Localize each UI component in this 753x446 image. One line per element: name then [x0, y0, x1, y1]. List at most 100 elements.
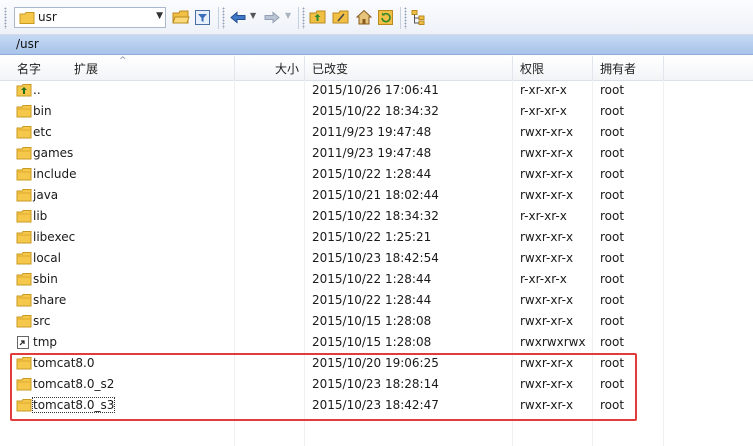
table-row[interactable]: tmp 2015/10/15 1:28:08 rwxrwxrwx root	[0, 332, 753, 353]
table-row[interactable]: local 2015/10/23 18:42:54 rwxr-xr-x root	[0, 248, 753, 269]
filter-icon[interactable]	[194, 9, 212, 26]
column-header-permissions[interactable]: 权限	[520, 60, 544, 77]
table-row[interactable]: libexec 2015/10/22 1:25:21 rwxr-xr-x root	[0, 227, 753, 248]
permissions: rwxr-xr-x	[520, 251, 574, 265]
owner: root	[600, 125, 625, 139]
modified-date: 2015/10/23 18:42:54	[312, 251, 439, 265]
table-row[interactable]: share 2015/10/22 1:28:44 rwxr-xr-x root	[0, 290, 753, 311]
back-icon[interactable]	[229, 9, 247, 26]
file-name: lib	[33, 209, 48, 223]
tree-icon[interactable]	[410, 9, 428, 26]
highlight-box	[10, 353, 637, 421]
toolbar-grip-4[interactable]	[404, 7, 407, 29]
toolbar-grip[interactable]	[4, 7, 7, 29]
modified-date: 2015/10/15 1:28:08	[312, 335, 432, 349]
owner: root	[600, 251, 625, 265]
owner: root	[600, 314, 625, 328]
forward-dropdown-icon[interactable]: ▼	[285, 11, 291, 20]
back-dropdown-icon[interactable]: ▼	[250, 11, 256, 20]
table-row[interactable]: sbin 2015/10/22 1:28:44 r-xr-xr-x root	[0, 269, 753, 290]
table-row[interactable]: src 2015/10/15 1:28:08 rwxr-xr-x root	[0, 311, 753, 332]
current-path-bar: /usr	[0, 35, 753, 55]
table-row[interactable]: bin 2015/10/22 18:34:32 r-xr-xr-x root	[0, 101, 753, 122]
column-header-row: 名字 ^ 扩展 大小 已改变 权限 拥有者	[0, 56, 753, 81]
folder-icon	[16, 147, 32, 160]
file-name: share	[33, 293, 67, 307]
owner: root	[600, 230, 625, 244]
folder-icon	[16, 273, 32, 286]
folder-icon	[16, 315, 32, 328]
folder-icon	[16, 168, 32, 181]
file-name: src	[33, 314, 51, 328]
owner: root	[600, 335, 625, 349]
folder-icon	[16, 189, 32, 202]
table-row[interactable]: games 2011/9/23 19:47:48 rwxr-xr-x root	[0, 143, 753, 164]
column-header-extension[interactable]: 扩展	[74, 60, 98, 77]
table-row[interactable]: .. 2015/10/26 17:06:41 r-xr-xr-x root	[0, 80, 753, 101]
permissions: rwxr-xr-x	[520, 314, 574, 328]
folder-icon	[16, 294, 32, 307]
table-row[interactable]: lib 2015/10/22 18:34:32 r-xr-xr-x root	[0, 206, 753, 227]
permissions: r-xr-xr-x	[520, 83, 567, 97]
permissions: rwxr-xr-x	[520, 146, 574, 160]
modified-date: 2015/10/21 18:02:44	[312, 188, 439, 202]
table-row[interactable]: include 2015/10/22 1:28:44 rwxr-xr-x root	[0, 164, 753, 185]
folder-icon	[16, 126, 32, 139]
file-name: ..	[33, 83, 41, 97]
owner: root	[600, 146, 625, 160]
toolbar-grip-3[interactable]	[302, 7, 305, 29]
permissions: rwxrwxrwx	[520, 335, 586, 349]
file-name: libexec	[33, 230, 76, 244]
modified-date: 2011/9/23 19:47:48	[312, 146, 432, 160]
parent-folder-icon	[16, 84, 32, 97]
refresh-icon[interactable]	[377, 9, 395, 26]
folder-icon	[16, 210, 32, 223]
modified-date: 2015/10/22 1:28:44	[312, 293, 432, 307]
column-header-size[interactable]: 大小	[275, 60, 299, 77]
forward-icon[interactable]	[263, 9, 281, 26]
home-icon[interactable]	[355, 9, 373, 26]
parent-folder-icon[interactable]	[309, 9, 327, 26]
modified-date: 2015/10/15 1:28:08	[312, 314, 432, 328]
folder-icon	[16, 231, 32, 244]
toolbar-grip-2[interactable]	[222, 7, 225, 29]
owner: root	[600, 293, 625, 307]
open-folder-icon[interactable]	[172, 9, 190, 26]
path-combobox-value: usr	[38, 10, 57, 24]
permissions: rwxr-xr-x	[520, 293, 574, 307]
column-header-name[interactable]: 名字	[17, 60, 41, 77]
owner: root	[600, 83, 625, 97]
table-row[interactable]: etc 2011/9/23 19:47:48 rwxr-xr-x root	[0, 122, 753, 143]
column-header-owner[interactable]: 拥有者	[600, 60, 636, 77]
root-folder-icon[interactable]	[332, 9, 350, 26]
table-row[interactable]: java 2015/10/21 18:02:44 rwxr-xr-x root	[0, 185, 753, 206]
file-name: local	[33, 251, 61, 265]
file-name: bin	[33, 104, 52, 118]
owner: root	[600, 272, 625, 286]
owner: root	[600, 167, 625, 181]
link-folder-icon	[17, 336, 29, 349]
modified-date: 2015/10/22 18:34:32	[312, 209, 439, 223]
modified-date: 2011/9/23 19:47:48	[312, 125, 432, 139]
modified-date: 2015/10/22 1:25:21	[312, 230, 432, 244]
owner: root	[600, 209, 625, 223]
permissions: r-xr-xr-x	[520, 209, 567, 223]
toolbar: usr ▼ ▼ ▼	[0, 0, 753, 35]
chevron-down-icon[interactable]: ▼	[156, 11, 163, 21]
current-path-label: /usr	[16, 37, 39, 51]
permissions: rwxr-xr-x	[520, 188, 574, 202]
file-name: tmp	[33, 335, 58, 349]
folder-icon	[16, 252, 32, 265]
column-header-modified[interactable]: 已改变	[312, 60, 348, 77]
path-combobox[interactable]: usr ▼	[14, 7, 166, 28]
permissions: r-xr-xr-x	[520, 272, 567, 286]
modified-date: 2015/10/26 17:06:41	[312, 83, 439, 97]
file-name: etc	[33, 125, 52, 139]
file-name: include	[33, 167, 77, 181]
sort-ascending-icon: ^	[119, 56, 127, 66]
file-name: sbin	[33, 272, 58, 286]
permissions: rwxr-xr-x	[520, 125, 574, 139]
modified-date: 2015/10/22 18:34:32	[312, 104, 439, 118]
permissions: r-xr-xr-x	[520, 104, 567, 118]
owner: root	[600, 104, 625, 118]
